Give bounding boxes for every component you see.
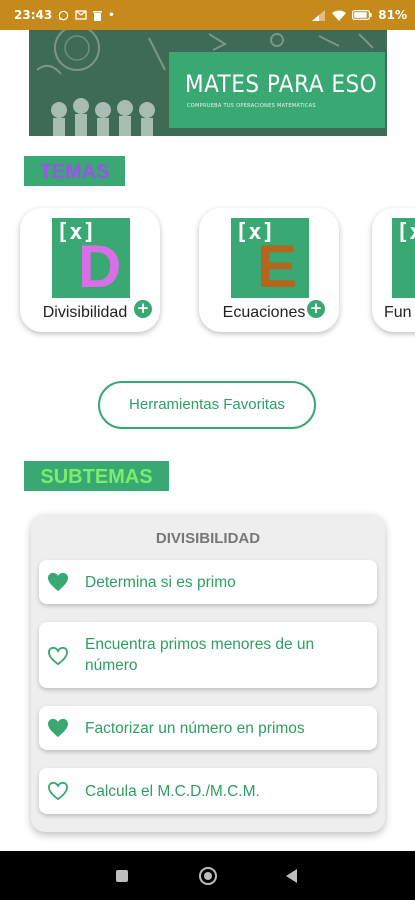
favorite-tools-button[interactable]: Herramientas Favoritas (98, 381, 316, 429)
topic-name: Divisibilidad (42, 304, 128, 321)
ecuaciones-icon: [x] E (231, 218, 309, 300)
subtopics-panel: DIVISIBILIDAD Determina si es primo Encu… (31, 514, 385, 832)
battery-level: 81% (378, 8, 407, 22)
topic-name: Fun (384, 304, 412, 321)
status-bar: 23:43 • 81% (0, 0, 415, 30)
list-item[interactable]: Factorizar un número en primos (39, 706, 377, 750)
trash-icon (93, 10, 103, 21)
whatsapp-icon (58, 10, 69, 20)
system-navigation-bar (0, 851, 415, 900)
subtopic-label: Encuentra primos menores de un número (85, 636, 315, 674)
add-topic-icon[interactable]: + (307, 300, 325, 318)
notification-dot-icon: • (108, 9, 115, 21)
signal-icon (312, 9, 326, 21)
topics-carousel[interactable]: [x] D Divisibilidad + [x] E Ecuaciones +… (0, 206, 415, 338)
tile-letter: D (78, 233, 122, 300)
app-title: MATES PARA ESO (185, 70, 378, 98)
back-icon[interactable] (286, 869, 297, 883)
home-icon[interactable] (199, 867, 217, 885)
list-item[interactable]: Determina si es primo (39, 560, 377, 604)
list-item[interactable]: Encuentra primos menores de un número (39, 622, 377, 688)
tile-letter: E (257, 233, 298, 300)
list-item[interactable]: Calcula el M.C.D./M.C.M. (39, 768, 377, 814)
topic-card-ecuaciones[interactable]: [x] E Ecuaciones + (199, 208, 339, 332)
topic-card-funciones[interactable]: [x] Fun (372, 208, 415, 332)
divisibilidad-icon: [x] D (52, 218, 130, 300)
add-topic-icon[interactable]: + (134, 300, 152, 318)
app-title-box: MATES PARA ESO COMPRUEBA TUS OPERACIONES… (169, 52, 385, 128)
battery-icon (352, 10, 372, 20)
section-title-subtemas: SUBTEMAS (24, 461, 169, 491)
funciones-icon: [x] (392, 218, 415, 298)
header-banner: MATES PARA ESO COMPRUEBA TUS OPERACIONES… (29, 30, 387, 136)
heart-filled-icon[interactable] (47, 718, 69, 738)
panel-title: DIVISIBILIDAD (155, 530, 261, 547)
app-subtitle: COMPRUEBA TUS OPERACIONES MATEMÁTICAS (187, 103, 316, 109)
topic-card-divisibilidad[interactable]: [x] D Divisibilidad + (20, 208, 160, 332)
wifi-icon (332, 10, 347, 21)
recent-apps-icon[interactable] (116, 870, 128, 882)
status-time: 23:43 (14, 8, 53, 22)
subtopic-label: Factorizar un número en primos (85, 720, 305, 737)
subtopic-label: Calcula el M.C.D./M.C.M. (85, 783, 260, 800)
mail-icon (75, 10, 87, 20)
subtopic-label: Determina si es primo (85, 574, 236, 591)
heart-outline-icon[interactable] (47, 781, 69, 801)
heart-filled-icon[interactable] (47, 572, 69, 592)
section-title-temas: TEMAS (24, 156, 125, 186)
heart-outline-icon[interactable] (47, 646, 69, 666)
